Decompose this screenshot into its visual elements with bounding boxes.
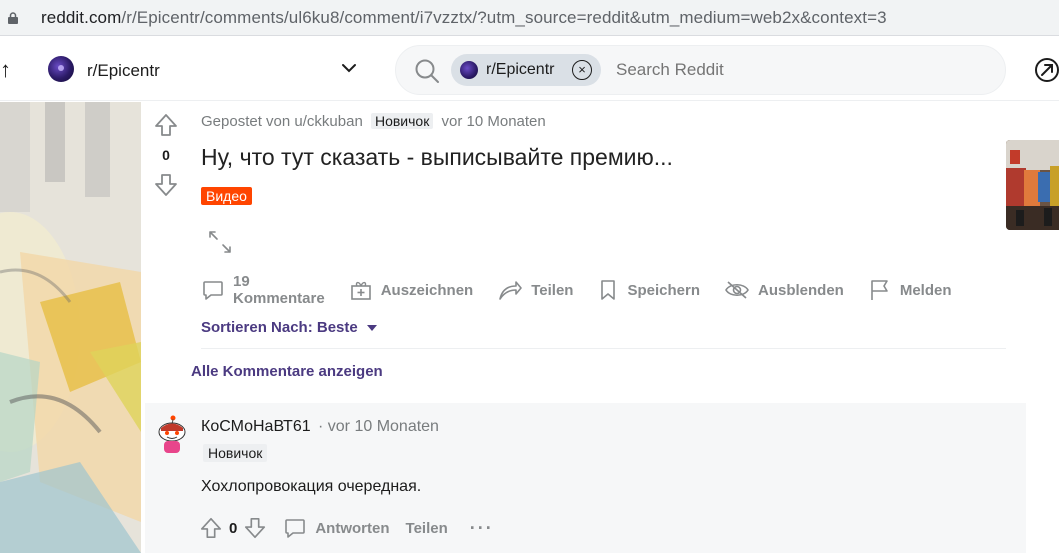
comment-upvote-icon[interactable]	[199, 516, 223, 540]
reddit-header: ↑ r/Epicentr r/Epicentr ×	[0, 37, 1059, 101]
post-thumbnail[interactable]	[1006, 140, 1059, 230]
comment-icon	[203, 281, 223, 300]
report-button[interactable]: Melden	[868, 278, 952, 302]
share-label: Teilen	[531, 281, 574, 299]
search-input[interactable]	[616, 60, 976, 80]
sort-label: Sortieren Nach: Beste	[201, 319, 358, 336]
comments-label: Kommentare	[233, 290, 325, 307]
eye-slash-icon	[725, 281, 749, 299]
flag-icon	[871, 280, 888, 300]
comment-score: 0	[229, 519, 238, 537]
comments-count: 19	[233, 273, 250, 290]
chip-label: r/Epicentr	[486, 61, 555, 78]
award-label: Auszeichnen	[380, 281, 474, 299]
hide-button[interactable]: Ausblenden	[724, 278, 844, 302]
comment-author[interactable]: КоСМоНаВТ61	[201, 418, 311, 436]
hide-label: Ausblenden	[758, 281, 844, 299]
caret-down-icon	[366, 325, 377, 332]
divider	[201, 348, 1006, 349]
comment-author-flair: Новичок	[203, 444, 268, 462]
post-score: 0	[162, 147, 170, 163]
comment-downvote-icon[interactable]	[243, 516, 267, 540]
popular-arrow-icon[interactable]	[1034, 57, 1059, 83]
subreddit-name[interactable]: r/Epicentr	[87, 61, 160, 81]
comments-button[interactable]: 19 Kommentare	[201, 273, 325, 307]
comment-share-label: Teilen	[405, 519, 448, 537]
share-button[interactable]: Teilen	[497, 278, 573, 302]
browser-url-bar[interactable]: reddit.com/r/Epicentr/comments/ul6ku8/co…	[0, 0, 1059, 36]
author-flair: Новичок	[370, 113, 434, 129]
gift-icon	[350, 281, 371, 300]
clear-chip-icon[interactable]: ×	[572, 60, 592, 80]
chip-subreddit-avatar	[460, 61, 478, 79]
post-author[interactable]: u/ckkuban	[294, 113, 362, 130]
save-label: Speichern	[627, 281, 700, 299]
bookmark-icon	[601, 280, 616, 300]
post-title[interactable]: Ну, что тут сказать - выписывайте премию…	[201, 144, 673, 171]
comment-body: Хохлопровокация очередная.	[201, 478, 422, 495]
scroll-top-icon[interactable]: ↑	[0, 59, 11, 81]
url-host: reddit.com	[41, 8, 122, 27]
reply-icon	[285, 519, 306, 538]
reply-label: Antworten	[315, 519, 390, 537]
share-icon	[499, 281, 523, 300]
posted-by-label: Gepostet von	[201, 113, 291, 130]
subreddit-avatar	[48, 56, 74, 82]
thumbnail-image	[1006, 140, 1059, 230]
comment-actions: 0 Antworten Teilen ···	[199, 515, 494, 541]
view-all-comments-link[interactable]: Alle Kommentare anzeigen	[191, 363, 383, 380]
search-bar[interactable]: r/Epicentr ×	[395, 45, 1006, 95]
downvote-icon[interactable]	[153, 172, 179, 198]
post-card: 0 Gepostet von u/ckkuban Новичок vor 10 …	[141, 102, 1059, 553]
more-options-icon[interactable]: ···	[470, 518, 494, 539]
comment-share-button[interactable]: Teilen	[406, 520, 448, 537]
comment: КоСМоНаВТ61 · vor 10 Monaten Новичок Хох…	[145, 403, 1026, 553]
sort-dropdown[interactable]: Sortieren Nach: Beste	[201, 319, 377, 336]
post-actions: 19 Kommentare Auszeichnen Teilen Speiche…	[201, 270, 976, 310]
search-community-chip[interactable]: r/Epicentr ×	[451, 54, 601, 86]
upvote-icon[interactable]	[153, 112, 179, 138]
post-flair-tag[interactable]: Видео	[201, 187, 252, 205]
reply-button[interactable]: Antworten	[283, 516, 390, 540]
url-text[interactable]: reddit.com/r/Epicentr/comments/ul6ku8/co…	[41, 8, 887, 28]
comment-avatar[interactable]	[155, 415, 189, 455]
lock-icon	[8, 12, 18, 24]
report-label: Melden	[899, 281, 952, 299]
award-button[interactable]: Auszeichnen	[349, 278, 474, 302]
background-art	[0, 102, 141, 553]
post-time[interactable]: vor 10 Monaten	[442, 113, 546, 130]
save-button[interactable]: Speichern	[597, 278, 700, 302]
search-icon	[415, 59, 439, 83]
expand-icon[interactable]	[207, 229, 233, 255]
chevron-down-icon[interactable]	[340, 61, 358, 75]
background-image	[0, 102, 141, 553]
comment-time[interactable]: · vor 10 Monaten	[318, 418, 439, 436]
post-meta: Gepostet von u/ckkuban Новичок vor 10 Mo…	[201, 113, 546, 130]
url-path: /r/Epicentr/comments/ul6ku8/comment/i7vz…	[121, 8, 887, 27]
